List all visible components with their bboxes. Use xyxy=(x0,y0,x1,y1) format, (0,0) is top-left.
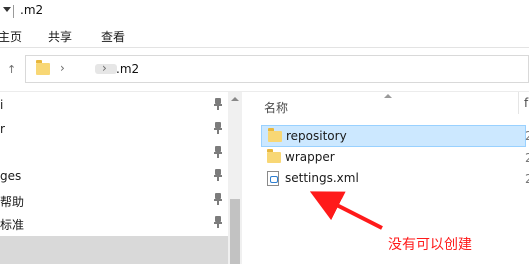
file-row-repository[interactable]: repository xyxy=(261,125,526,147)
pin-icon[interactable] xyxy=(214,98,222,110)
folder-icon xyxy=(36,60,50,75)
folder-icon xyxy=(268,128,282,142)
folder-icon xyxy=(267,149,281,163)
column-header-name[interactable]: 名称 xyxy=(264,99,288,116)
scroll-up-icon[interactable] xyxy=(231,97,239,101)
toolbar-separator xyxy=(13,5,14,18)
pin-icon[interactable] xyxy=(214,122,222,134)
column-header-next[interactable]: f xyxy=(524,96,528,110)
scrollbar-thumb[interactable] xyxy=(230,199,240,264)
nav-item-selected[interactable] xyxy=(0,236,228,264)
nav-item-label: r xyxy=(0,122,5,136)
nav-item-label: i xyxy=(0,98,4,112)
window-title: .m2 xyxy=(20,3,44,17)
pin-icon[interactable] xyxy=(214,216,222,228)
annotation-text: 没有可以创建 xyxy=(388,237,472,253)
pin-icon[interactable] xyxy=(214,146,222,158)
file-date-partial: 2 xyxy=(525,151,529,165)
file-date-partial: 2 xyxy=(525,172,529,186)
chevron-right-icon[interactable]: › xyxy=(60,61,65,75)
pin-icon[interactable] xyxy=(214,193,222,205)
title-bar: .m2 xyxy=(0,0,529,24)
column-divider[interactable] xyxy=(518,92,519,114)
nav-item[interactable]: 帮助 xyxy=(0,189,228,213)
nav-scrollbar[interactable] xyxy=(228,92,242,264)
file-name: repository xyxy=(286,129,347,143)
tab-view[interactable]: 查看 xyxy=(101,28,125,45)
file-list-pane: 名称 f repository 2 wrapper 2 settings.xml… xyxy=(243,92,529,264)
nav-item[interactable]: 标准 xyxy=(0,212,228,236)
file-row-wrapper[interactable]: wrapper xyxy=(261,147,526,169)
ribbon-tabs: 主页 共享 查看 xyxy=(0,24,529,48)
quick-access-dropdown-icon[interactable] xyxy=(3,7,11,12)
sort-ascending-icon xyxy=(384,94,392,98)
nav-item[interactable]: ges xyxy=(0,165,228,189)
up-arrow-icon[interactable]: ↑ xyxy=(7,63,16,76)
file-name: settings.xml xyxy=(285,171,359,185)
nav-item[interactable]: i xyxy=(0,94,228,118)
xml-file-icon xyxy=(267,171,279,186)
nav-item[interactable] xyxy=(0,142,228,166)
address-bar[interactable]: › › .m2 xyxy=(25,55,529,83)
navigation-pane: i r ges 帮助 标准 xyxy=(0,92,242,264)
pin-icon[interactable] xyxy=(214,169,222,181)
address-bar-area: ↑ › › .m2 xyxy=(0,48,529,92)
nav-item-label: 帮助 xyxy=(0,195,25,209)
nav-item-label: ges xyxy=(0,169,22,183)
chevron-right-icon[interactable]: › xyxy=(102,61,107,75)
file-date-partial: 2 xyxy=(525,129,529,143)
file-row-settings-xml[interactable]: settings.xml xyxy=(261,168,526,190)
nav-item[interactable]: r xyxy=(0,118,228,142)
tab-share[interactable]: 共享 xyxy=(48,28,72,45)
file-name: wrapper xyxy=(285,150,335,164)
tab-home[interactable]: 主页 xyxy=(0,28,22,45)
nav-item-label: 标准 xyxy=(0,218,25,232)
address-path-current[interactable]: .m2 xyxy=(116,62,139,76)
